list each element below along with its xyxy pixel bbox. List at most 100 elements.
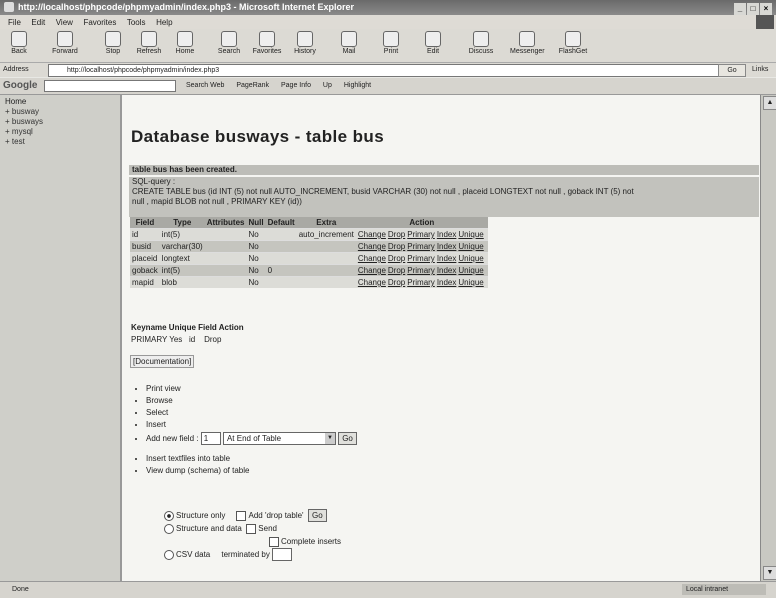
index-link[interactable]: Index — [437, 278, 457, 287]
google-logo[interactable]: Google — [3, 80, 37, 91]
back-button[interactable]: Back — [2, 31, 36, 55]
close-button[interactable]: × — [760, 3, 772, 15]
menu-view[interactable]: View — [56, 18, 73, 27]
change-link[interactable]: Change — [358, 278, 386, 287]
index-link[interactable]: Index — [437, 266, 457, 275]
drop-link[interactable]: Drop — [388, 230, 405, 239]
insert-link[interactable]: Insert — [146, 420, 166, 429]
index-link[interactable]: Index — [437, 242, 457, 251]
primary-link[interactable]: Primary — [407, 230, 435, 239]
primary-link[interactable]: Primary — [407, 266, 435, 275]
key-row: PRIMARY Yes id Drop — [131, 335, 244, 344]
history-label: History — [294, 48, 316, 55]
unique-link[interactable]: Unique — [458, 230, 483, 239]
field-count-input[interactable]: 1 — [200, 432, 221, 446]
db-link-test[interactable]: + test — [5, 137, 25, 146]
menu-tools[interactable]: Tools — [127, 18, 146, 27]
search-icon — [221, 31, 237, 47]
unique-link[interactable]: Unique — [458, 278, 483, 287]
drop-link[interactable]: Drop — [388, 266, 405, 275]
structure-only-radio[interactable] — [164, 510, 174, 521]
mail-button[interactable]: Mail — [332, 31, 366, 55]
refresh-button[interactable]: Refresh — [132, 31, 166, 55]
menu-favorites[interactable]: Favorites — [83, 18, 116, 27]
send-checkbox[interactable] — [246, 523, 257, 534]
google-page-info[interactable]: Page Info — [281, 82, 311, 89]
cell-extra — [296, 276, 356, 288]
cell-field: id — [130, 228, 160, 241]
home-button[interactable]: Home — [168, 31, 202, 55]
forward-button[interactable]: Forward — [48, 31, 82, 55]
key-drop-link[interactable]: Drop — [204, 335, 221, 344]
search-button[interactable]: Search — [212, 31, 246, 55]
cell-field: busid — [130, 240, 160, 253]
add-field-go-button[interactable]: Go — [338, 432, 357, 446]
select-link[interactable]: Select — [146, 408, 168, 417]
favorites-button[interactable]: Favorites — [250, 31, 284, 55]
view-dump-label: View dump (schema) of table — [146, 466, 250, 475]
google-highlight[interactable]: Highlight — [344, 82, 371, 89]
primary-link[interactable]: Primary — [407, 242, 435, 251]
google-up[interactable]: Up — [323, 82, 332, 89]
google-pagerank[interactable]: PageRank — [236, 82, 269, 89]
google-search-web[interactable]: Search Web — [186, 82, 224, 89]
db-link-busway[interactable]: + busway — [5, 107, 39, 116]
menu-file[interactable]: File — [8, 18, 21, 27]
menu-edit[interactable]: Edit — [31, 18, 45, 27]
structure-data-radio[interactable] — [164, 523, 174, 534]
flashget-button[interactable]: FlashGet — [556, 31, 590, 55]
google-search-input[interactable] — [44, 80, 176, 92]
unique-link[interactable]: Unique — [458, 254, 483, 263]
drop-link[interactable]: Drop — [388, 254, 405, 263]
cell-extra: auto_increment — [296, 228, 356, 241]
maximize-button[interactable]: □ — [747, 3, 759, 15]
forward-label: Forward — [52, 48, 78, 55]
field-position-select[interactable]: At End of Table ▼ — [222, 432, 336, 446]
dump-options: Structure only Add 'drop table' Go Struc… — [164, 509, 341, 562]
stop-button[interactable]: Stop — [96, 31, 130, 55]
links-button[interactable]: Links — [752, 63, 768, 77]
address-input[interactable]: http://localhost/phpcode/phpmyadmin/inde… — [48, 64, 726, 77]
print-button[interactable]: Print — [374, 31, 408, 55]
terminated-input[interactable] — [272, 548, 293, 562]
drop-link[interactable]: Drop — [388, 278, 405, 287]
scroll-down-icon[interactable]: ▼ — [763, 566, 776, 580]
scroll-up-icon[interactable]: ▲ — [763, 96, 776, 110]
index-link[interactable]: Index — [437, 254, 457, 263]
menu-help[interactable]: Help — [156, 18, 172, 27]
print-label: Print — [383, 48, 399, 55]
minimize-button[interactable]: _ — [734, 3, 746, 15]
cell-actions: Change Drop Primary Index Unique — [355, 264, 488, 277]
change-link[interactable]: Change — [358, 242, 386, 251]
cell-type: blob — [159, 276, 205, 288]
go-button[interactable]: Go — [718, 64, 746, 77]
insert-textfile-link[interactable]: Insert textfiles into table — [146, 454, 230, 463]
vertical-scrollbar[interactable]: ▲ ▼ — [760, 95, 776, 581]
unique-link[interactable]: Unique — [458, 266, 483, 275]
drop-link[interactable]: Drop — [388, 242, 405, 251]
change-link[interactable]: Change — [358, 254, 386, 263]
browse-link[interactable]: Browse — [146, 396, 173, 405]
change-link[interactable]: Change — [358, 230, 386, 239]
edit-label: Edit — [426, 48, 440, 55]
home-link[interactable]: Home — [5, 97, 26, 106]
history-button[interactable]: History — [288, 31, 322, 55]
primary-link[interactable]: Primary — [407, 278, 435, 287]
messenger-button[interactable]: Messenger — [510, 31, 545, 55]
change-link[interactable]: Change — [358, 266, 386, 275]
unique-link[interactable]: Unique — [458, 242, 483, 251]
discuss-button[interactable]: Discuss — [464, 31, 498, 55]
edit-button[interactable]: Edit — [416, 31, 450, 55]
csv-radio[interactable] — [164, 549, 174, 560]
dump-go-button[interactable]: Go — [308, 509, 327, 523]
print-view-link[interactable]: Print view — [146, 384, 181, 393]
home-label: Home — [175, 48, 195, 55]
complete-inserts-checkbox[interactable] — [269, 536, 279, 547]
add-drop-checkbox[interactable] — [236, 510, 247, 521]
documentation-link[interactable]: [Documentation] — [130, 355, 195, 368]
db-link-busways[interactable]: + busways — [5, 117, 43, 126]
index-link[interactable]: Index — [437, 230, 457, 239]
cell-default — [265, 240, 297, 253]
primary-link[interactable]: Primary — [407, 254, 435, 263]
db-link-mysql[interactable]: + mysql — [5, 127, 33, 136]
